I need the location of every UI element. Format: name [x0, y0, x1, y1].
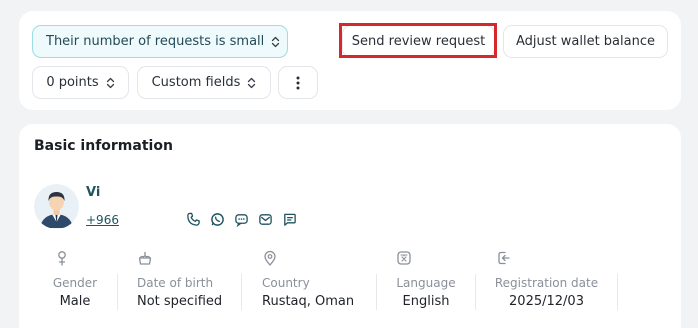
field-value: English — [402, 294, 450, 309]
chat-icon[interactable] — [282, 212, 297, 227]
customer-phone-link[interactable]: +966 — [86, 213, 119, 227]
send-review-request-button[interactable]: Send review request — [342, 25, 495, 58]
field-gender: Gender Male — [34, 246, 116, 314]
requests-filter-label: Their number of requests is small — [46, 34, 265, 49]
requests-filter-dropdown[interactable]: Their number of requests is small — [32, 25, 288, 58]
phone-icon[interactable] — [186, 212, 201, 227]
chevron-up-down-icon — [106, 77, 114, 88]
points-dropdown[interactable]: 0 points — [32, 66, 129, 99]
field-value: 2025/12/03 — [509, 294, 584, 309]
basic-information-card: Basic information Vi +966 Gender Male Da… — [19, 124, 681, 328]
sms-icon[interactable] — [234, 212, 249, 228]
whatsapp-icon[interactable] — [210, 212, 225, 227]
points-label: 0 points — [46, 75, 99, 90]
field-label: Country — [262, 276, 310, 290]
adjust-wallet-balance-button[interactable]: Adjust wallet balance — [503, 25, 668, 58]
contact-actions — [186, 212, 297, 228]
email-icon[interactable] — [258, 212, 273, 227]
field-value: Not specified — [137, 294, 223, 309]
custom-fields-dropdown[interactable]: Custom fields — [137, 66, 271, 99]
location-pin-icon — [262, 250, 278, 266]
field-registration-date: Registration date 2025/12/03 — [476, 246, 617, 314]
send-review-request-label: Send review request — [351, 34, 486, 49]
field-label: Language — [396, 276, 456, 290]
field-label: Date of birth — [137, 276, 214, 290]
divider — [617, 274, 618, 310]
field-label: Registration date — [494, 276, 599, 290]
field-value: Rustaq, Oman — [262, 294, 355, 309]
field-label: Gender — [52, 276, 98, 290]
chevron-up-down-icon — [272, 36, 280, 47]
customer-name: Vi — [86, 185, 101, 200]
field-date-of-birth: Date of birth Not specified — [118, 246, 241, 314]
language-icon — [396, 250, 412, 266]
field-value: Male — [59, 294, 91, 309]
sign-in-icon — [495, 250, 511, 266]
custom-fields-label: Custom fields — [151, 75, 241, 90]
actions-card: Their number of requests is small Send r… — [19, 11, 681, 110]
avatar — [34, 184, 79, 229]
more-vertical-icon — [296, 76, 300, 89]
chevron-up-down-icon — [248, 77, 256, 88]
adjust-wallet-balance-label: Adjust wallet balance — [515, 34, 655, 49]
more-options-button[interactable] — [278, 66, 318, 99]
section-title: Basic information — [34, 138, 173, 154]
cake-icon — [137, 250, 153, 266]
gender-icon — [54, 250, 70, 266]
field-language: Language English — [377, 246, 475, 314]
field-country: Country Rustaq, Oman — [242, 246, 376, 314]
